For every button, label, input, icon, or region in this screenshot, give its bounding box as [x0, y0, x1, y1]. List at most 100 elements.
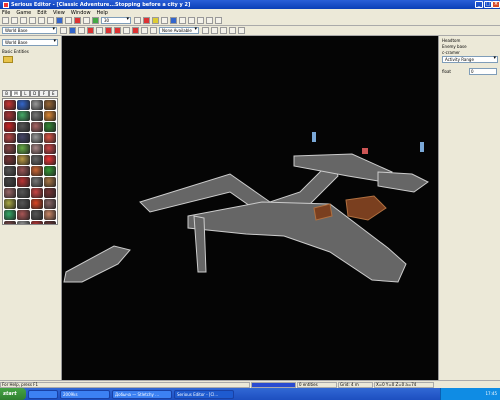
world-base-combo[interactable]: World Base	[2, 27, 57, 34]
entity-thumbnail[interactable]	[43, 100, 56, 110]
zoom-field[interactable]: 30	[101, 17, 131, 24]
play-icon[interactable]	[74, 17, 81, 24]
cut-icon[interactable]	[29, 17, 36, 24]
tab-e[interactable]: E	[48, 90, 58, 97]
folder-icon[interactable]	[3, 56, 13, 63]
menu-window[interactable]: Window	[71, 10, 91, 16]
property-combo[interactable]: Activity Range	[442, 56, 498, 63]
entity-thumbnail[interactable]	[30, 199, 43, 209]
entity-thumbnail[interactable]	[43, 133, 56, 143]
entity-thumbnail[interactable]	[43, 155, 56, 165]
tool-icon[interactable]	[202, 27, 209, 34]
view-icon[interactable]	[134, 17, 141, 24]
entity-thumbnail[interactable]	[17, 166, 30, 176]
menu-view[interactable]: View	[53, 10, 65, 16]
menu-file[interactable]: File	[2, 10, 10, 16]
entity-thumbnail[interactable]	[4, 177, 17, 187]
entity-thumbnail[interactable]	[30, 166, 43, 176]
tool-icon[interactable]	[141, 27, 148, 34]
tool-icon[interactable]	[123, 27, 130, 34]
entity-thumbnail[interactable]	[43, 210, 56, 220]
tab-m[interactable]: M	[11, 90, 21, 97]
entity-thumbnail[interactable]	[17, 177, 30, 187]
entity-thumbnail[interactable]	[30, 177, 43, 187]
entity-thumbnail[interactable]	[4, 155, 17, 165]
entity-thumbnail[interactable]	[17, 122, 30, 132]
tool-icon[interactable]	[87, 27, 94, 34]
entity-thumbnail[interactable]	[30, 144, 43, 154]
tool-icon[interactable]	[211, 27, 218, 34]
tool-icon[interactable]	[220, 27, 227, 34]
entity-thumbnail[interactable]	[43, 188, 56, 198]
paste-icon[interactable]	[47, 17, 54, 24]
mode-combo[interactable]: None Available	[159, 27, 199, 34]
entity-thumbnail[interactable]	[4, 133, 17, 143]
mode-icon[interactable]	[143, 17, 150, 24]
taskbar-item-active[interactable]: Serious Editor - [Cl...	[174, 389, 234, 399]
close-button[interactable]: ×	[492, 1, 500, 8]
measure-icon[interactable]	[92, 17, 99, 24]
taskbar-item[interactable]: 2009ks	[60, 389, 110, 399]
light-icon[interactable]	[152, 17, 159, 24]
entity-thumbnail[interactable]	[4, 199, 17, 209]
polygon-icon[interactable]	[188, 17, 195, 24]
terrain-icon[interactable]	[215, 17, 222, 24]
entity-thumbnail[interactable]	[4, 144, 17, 154]
tool-icon[interactable]	[150, 27, 157, 34]
tool-icon[interactable]	[229, 27, 236, 34]
tab-d[interactable]: D	[29, 90, 40, 97]
grid-icon[interactable]	[83, 17, 90, 24]
entity-thumbnail[interactable]	[43, 177, 56, 187]
entity-thumbnail[interactable]	[43, 122, 56, 132]
tool-icon[interactable]	[60, 27, 67, 34]
entity-thumbnail[interactable]	[4, 122, 17, 132]
tool-icon[interactable]	[96, 27, 103, 34]
entity-thumbnail[interactable]	[43, 111, 56, 121]
entity-thumbnail[interactable]	[4, 188, 17, 198]
entity-thumbnail[interactable]	[4, 221, 17, 224]
tool-icon[interactable]	[114, 27, 121, 34]
texture-icon[interactable]	[161, 17, 168, 24]
entity-thumbnail[interactable]	[17, 155, 30, 165]
entity-thumbnail[interactable]	[30, 155, 43, 165]
entity-thumbnail[interactable]	[43, 144, 56, 154]
entity-icon[interactable]	[206, 17, 213, 24]
entity-thumbnail[interactable]	[4, 111, 17, 121]
start-button[interactable]: start	[0, 388, 26, 400]
entity-thumbnail[interactable]	[4, 210, 17, 220]
entity-thumbnail[interactable]	[43, 221, 56, 224]
tool-icon[interactable]	[238, 27, 245, 34]
menu-edit[interactable]: Edit	[37, 10, 47, 16]
entity-thumbnail[interactable]	[30, 210, 43, 220]
tool-icon[interactable]	[78, 27, 85, 34]
entity-thumbnail[interactable]	[17, 210, 30, 220]
entity-thumbnail[interactable]	[30, 100, 43, 110]
tab-b[interactable]: B	[2, 90, 12, 97]
save-icon[interactable]	[20, 17, 27, 24]
entity-thumbnail[interactable]	[4, 100, 17, 110]
taskbar-item[interactable]: Добыча — Stletchy ...	[112, 389, 172, 399]
copy-icon[interactable]	[38, 17, 45, 24]
entity-thumbnail[interactable]	[17, 188, 30, 198]
property-value-input[interactable]: 0	[469, 68, 497, 75]
world-combo[interactable]: World Base	[2, 39, 58, 46]
entity-thumbnail[interactable]	[30, 111, 43, 121]
entity-thumbnail[interactable]	[30, 221, 43, 224]
taskbar-item[interactable]	[28, 389, 58, 399]
entity-thumbnail[interactable]	[30, 133, 43, 143]
entity-thumbnail[interactable]	[17, 133, 30, 143]
entity-thumbnail[interactable]	[17, 111, 30, 121]
entity-thumbnail[interactable]	[30, 122, 43, 132]
tool-icon[interactable]	[69, 27, 76, 34]
entity-thumbnail[interactable]	[43, 199, 56, 209]
tool-icon[interactable]	[132, 27, 139, 34]
entity-thumbnail[interactable]	[43, 166, 56, 176]
render-icon[interactable]	[170, 17, 177, 24]
maximize-button[interactable]: □	[484, 1, 492, 8]
entity-thumbnail[interactable]	[30, 188, 43, 198]
sector-icon[interactable]	[179, 17, 186, 24]
undo-icon[interactable]	[56, 17, 63, 24]
new-icon[interactable]	[2, 17, 9, 24]
open-icon[interactable]	[11, 17, 18, 24]
minimize-button[interactable]: _	[475, 1, 483, 8]
